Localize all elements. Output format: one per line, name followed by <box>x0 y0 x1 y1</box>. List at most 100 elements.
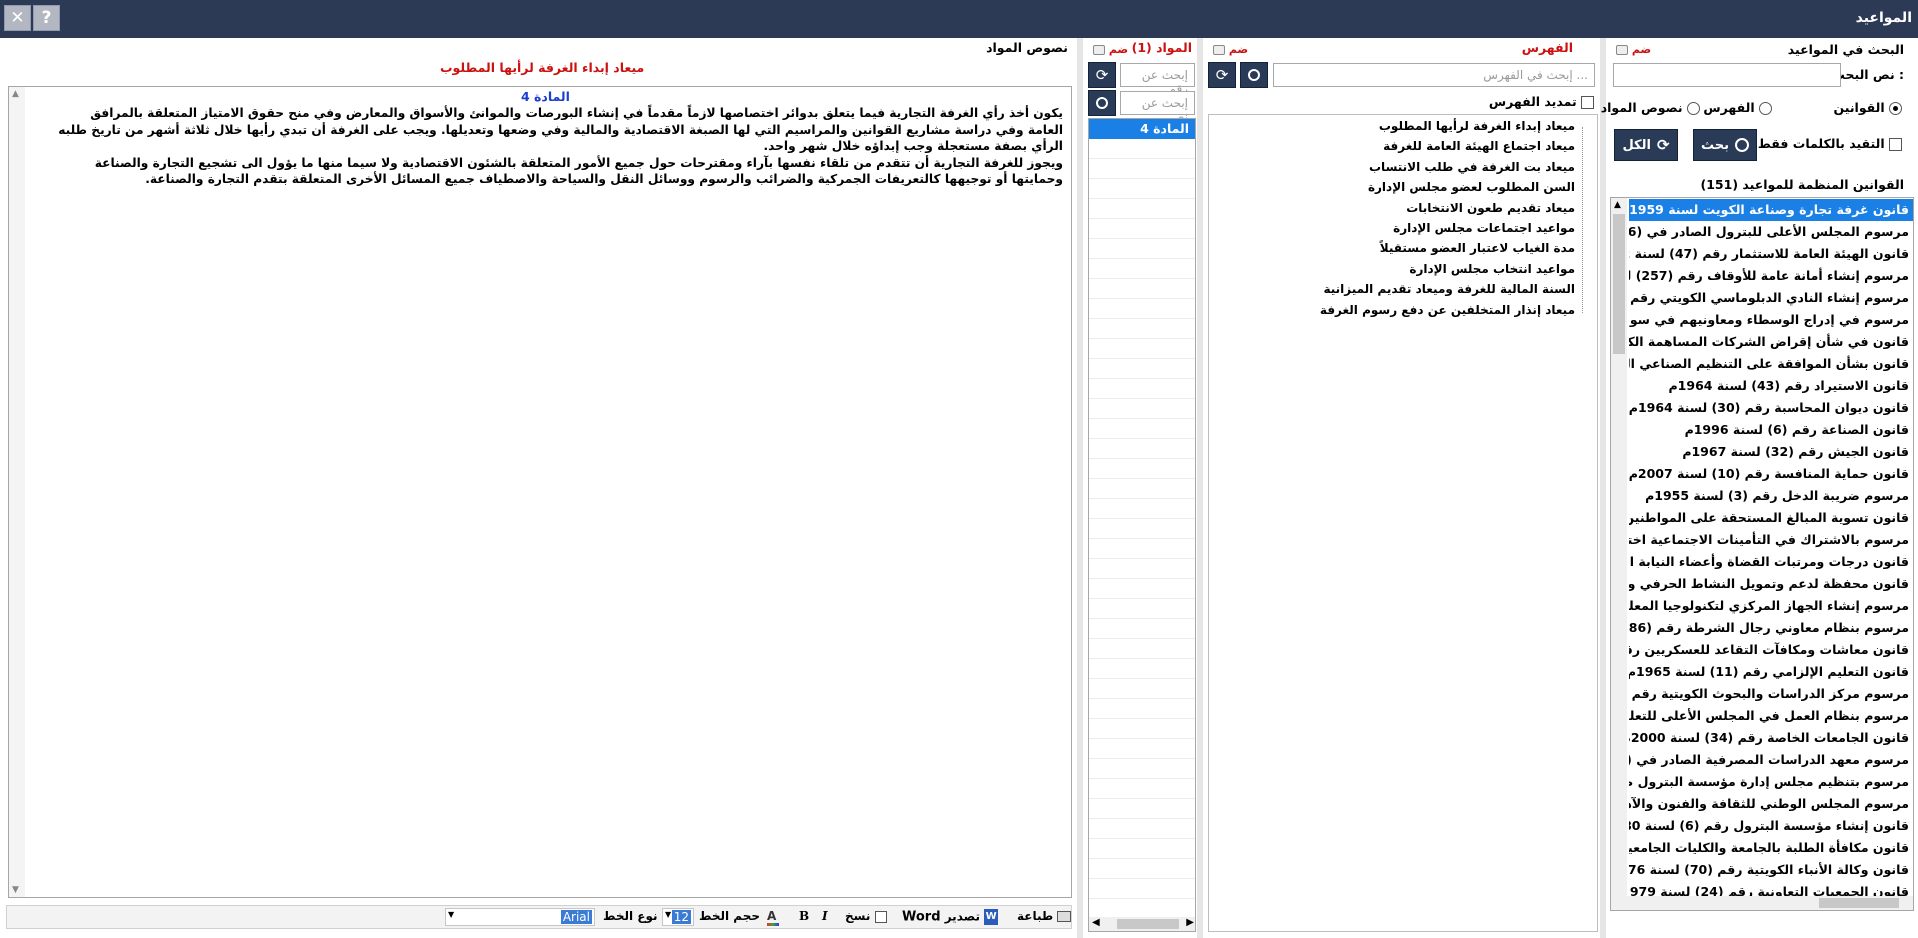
scroll-up-icon[interactable]: ▲ <box>12 89 19 99</box>
printer-icon <box>1057 911 1072 922</box>
exact-words-checkbox[interactable]: التقيد بالكلمات فقط <box>1758 136 1902 151</box>
articles-hscrollbar[interactable]: ◀ ▶ <box>1089 917 1195 931</box>
font-color-icon[interactable]: A <box>767 909 779 926</box>
refresh-icon: ⟳ <box>1656 136 1670 154</box>
list-item[interactable]: مرسوم المجلس الوطني للثقافة والفنون والآ… <box>1629 793 1913 815</box>
tree-item[interactable]: السنة المالية للغرفة وميعاد تقديم الميزا… <box>1323 282 1575 296</box>
font-type-select[interactable]: Arial ▼ <box>445 908 595 926</box>
list-item[interactable]: مرسوم بنظام العمل في المجلس الأعلى للتعل… <box>1629 705 1913 727</box>
pin-button[interactable]: ضم <box>1210 43 1248 56</box>
index-search-input[interactable]: إبحث في الفهرس ... <box>1273 63 1595 87</box>
tree-item[interactable]: ميعاد إنذار المتخلفين عن دفع رسوم الغرفة <box>1320 303 1575 317</box>
scroll-right-icon[interactable]: ▶ <box>1186 917 1194 928</box>
copy-button[interactable]: نسخ <box>845 909 887 923</box>
list-item[interactable]: قانون بشأن الموافقة على التنظيم الصناعي … <box>1629 353 1913 375</box>
tree-item[interactable]: ميعاد اجتماع الهيئة العامة للغرفة <box>1383 139 1575 153</box>
search-button[interactable]: بحث <box>1693 129 1757 161</box>
article-number-input[interactable]: إبحث عن رقم <box>1120 63 1195 96</box>
list-item[interactable]: قانون محفظة لدعم وتمويل النشاط الحرفي وا… <box>1629 573 1913 595</box>
bold-button[interactable]: B <box>799 909 809 923</box>
list-item[interactable]: مرسوم مركز الدراسات والبحوث الكويتية رقم… <box>1629 683 1913 705</box>
empty-row <box>1089 719 1195 739</box>
word-label: Word <box>902 909 941 925</box>
list-item[interactable]: قانون الهيئة العامة للاستثمار رقم (47) ل… <box>1629 243 1913 265</box>
list-item[interactable]: قانون معاشات ومكافآت التقاعد للعسكريين ر… <box>1629 639 1913 661</box>
list-item[interactable]: مرسوم المجلس الأعلى للبترول الصادر في (2… <box>1629 221 1913 243</box>
checkbox-icon <box>1581 96 1594 109</box>
list-item[interactable]: قانون وكالة الأنباء الكويتية رقم (70) لس… <box>1629 859 1913 881</box>
index-refresh-button[interactable]: ⟳ <box>1208 62 1236 88</box>
index-search-button[interactable] <box>1240 62 1268 88</box>
article-text-input[interactable]: إبحث عن نص <box>1120 91 1195 124</box>
list-item[interactable]: مرسوم بالاشتراك في التأمينات الاجتماعية … <box>1629 529 1913 551</box>
scroll-up-icon[interactable]: ▲ <box>1614 200 1621 210</box>
list-item[interactable]: قانون تسوية المبالغ المستحقة على المواطن… <box>1629 507 1913 529</box>
scroll-thumb[interactable] <box>1117 919 1179 929</box>
laws-scrollbar[interactable]: ▲ ▼ <box>1611 198 1627 910</box>
list-item[interactable]: مرسوم ضريبة الدخل رقم (3) لسنة 1955م <box>1629 485 1913 507</box>
font-size-select[interactable]: 12 ▼ <box>662 908 694 926</box>
all-button[interactable]: الكل ⟳ <box>1614 129 1678 161</box>
tree-item[interactable]: ميعاد بت الغرفة في طلب الانتساب <box>1369 160 1575 174</box>
empty-row <box>1089 519 1195 539</box>
list-item[interactable]: مرسوم بتنظيم مجلس إدارة مؤسسة البترول صا… <box>1629 771 1913 793</box>
list-item[interactable]: مرسوم معهد الدراسات المصرفية الصادر في (… <box>1629 749 1913 771</box>
pin-button[interactable]: ضم <box>1613 43 1651 56</box>
laws-hscrollbar[interactable] <box>1611 896 1913 910</box>
index-tree[interactable]: ميعاد إبداء الغرفة لرأيها المطلوب ميعاد ا… <box>1208 114 1598 932</box>
laws-list[interactable]: قانون غرفة تجارة وصناعة الكويت لسنة 1959… <box>1610 197 1914 911</box>
list-item[interactable]: قانون الجامعات الخاصة رقم (34) لسنة 2000… <box>1629 727 1913 749</box>
list-item[interactable]: المادة 4 <box>1089 119 1195 139</box>
tree-item[interactable]: مدة الغياب لاعتبار العضو مستقيلاً <box>1380 241 1575 255</box>
articles-list[interactable]: المادة 4 ◀ ▶ <box>1088 118 1196 932</box>
search-heading: البحث في المواعيد <box>1787 42 1904 57</box>
scroll-thumb[interactable] <box>1819 898 1899 908</box>
tree-item[interactable]: السن المطلوب لعضو مجلس الإدارة <box>1368 180 1575 194</box>
list-item[interactable]: قانون الاستيراد رقم (43) لسنة 1964م <box>1629 375 1913 397</box>
pin-icon <box>1213 45 1225 55</box>
italic-button[interactable]: I <box>822 909 828 923</box>
scroll-left-icon[interactable]: ◀ <box>1092 917 1100 928</box>
empty-row <box>1089 259 1195 279</box>
list-item[interactable]: قانون إنشاء مؤسسة البترول رقم (6) لسنة 1… <box>1629 815 1913 837</box>
list-item[interactable]: مرسوم إنشاء النادي الدبلوماسي الكويتي رق… <box>1629 287 1913 309</box>
tree-item[interactable]: ميعاد تقديم طعون الانتخابات <box>1406 201 1575 215</box>
close-icon[interactable]: ✕ <box>4 5 31 31</box>
list-item[interactable]: قانون حماية المنافسة رقم (10) لسنة 2007م… <box>1629 463 1913 485</box>
list-item[interactable]: قانون التعليم الإلزامي رقم (11) لسنة 196… <box>1629 661 1913 683</box>
list-item[interactable]: قانون ديوان المحاسبة رقم (30) لسنة 1964م <box>1629 397 1913 419</box>
splitter[interactable] <box>1197 38 1203 938</box>
article-search-button[interactable] <box>1088 90 1116 116</box>
help-icon[interactable]: ? <box>33 5 60 31</box>
export-word-button[interactable]: Word تصدير W <box>902 909 999 925</box>
print-button[interactable]: طباعة <box>1017 909 1072 923</box>
tree-item[interactable]: ميعاد إبداء الغرفة لرأيها المطلوب <box>1379 119 1575 133</box>
splitter[interactable] <box>1077 38 1083 938</box>
search-input[interactable] <box>1613 63 1841 87</box>
search-button-label: بحث <box>1700 137 1729 153</box>
list-item[interactable]: قانون غرفة تجارة وصناعة الكويت لسنة 1959… <box>1629 199 1913 221</box>
list-item[interactable]: قانون درجات ومرتبات القضاة وأعضاء النياب… <box>1629 551 1913 573</box>
scroll-down-icon[interactable]: ▼ <box>12 885 19 895</box>
list-item[interactable]: قانون في شأن إقراض الشركات المساهمة الكو… <box>1629 331 1913 353</box>
list-item[interactable]: مرسوم إنشاء أمانة عامة للأوقاف رقم (257)… <box>1629 265 1913 287</box>
splitter[interactable] <box>1600 38 1606 938</box>
article-text-box[interactable]: ▲ ▼ المادة 4 يكون أخذ رأي الغرفة التجاري… <box>8 86 1072 898</box>
list-item[interactable]: قانون الجيش رقم (32) لسنة 1967م <box>1629 441 1913 463</box>
list-item[interactable]: قانون مكافأة الطلبة بالجامعة والكليات ال… <box>1629 837 1913 859</box>
list-item[interactable]: قانون الصناعة رقم (6) لسنة 1996م <box>1629 419 1913 441</box>
pin-button[interactable]: ضم <box>1090 43 1128 56</box>
scope-radio-index[interactable]: الفهرس <box>1703 100 1772 115</box>
scroll-thumb[interactable] <box>1613 214 1625 354</box>
tree-item[interactable]: مواعيد اجتماعات مجلس الإدارة <box>1393 221 1575 235</box>
list-item[interactable]: مرسوم بنظام معاوني رجال الشرطة رقم (86) … <box>1629 617 1913 639</box>
text-scrollbar[interactable]: ▲ ▼ <box>9 87 25 897</box>
scope-radio-texts[interactable]: نصوص المواد <box>1601 100 1700 115</box>
list-item[interactable]: مرسوم إنشاء الجهاز المركزي لتكنولوجيا ال… <box>1629 595 1913 617</box>
all-button-label: الكل <box>1622 137 1651 153</box>
expand-index-checkbox[interactable]: تمديد الفهرس <box>1489 94 1594 109</box>
list-item[interactable]: مرسوم في إدراج الوسطاء ومعاونيهم في سوق … <box>1629 309 1913 331</box>
tree-item[interactable]: مواعيد انتخاب مجلس الإدارة <box>1409 262 1575 276</box>
article-refresh-button[interactable]: ⟳ <box>1088 62 1116 88</box>
scope-radio-laws[interactable]: القوانين <box>1833 100 1902 115</box>
